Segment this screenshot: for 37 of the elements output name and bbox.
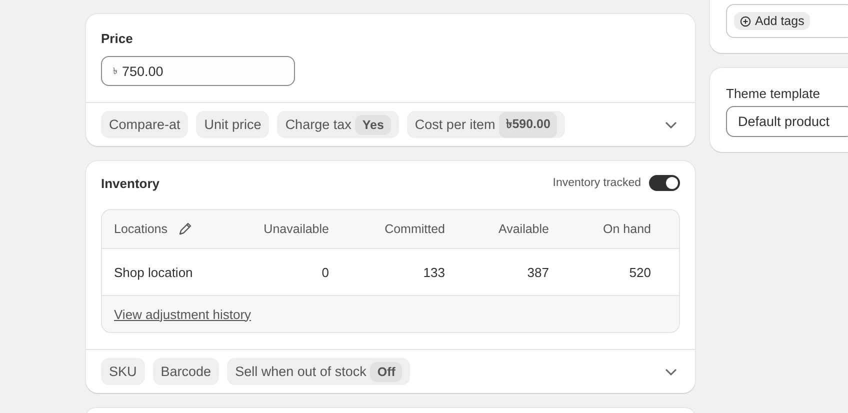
price-field[interactable]: ৳ 750.00 [101,56,295,86]
column-header: On hand [602,222,651,236]
table-cell-text: 0 [320,264,329,280]
chip-button[interactable]: Compare-at [101,111,188,138]
template-select[interactable]: Default product [726,106,848,137]
table-cell-text: Shop location [114,264,194,280]
chip-label: Cost per item [414,117,496,132]
table-cell-text: 387 [526,264,549,280]
column-header: Locations [114,222,168,236]
chip-button[interactable]: Charge tax Yes [277,111,399,138]
add-tags-button[interactable]: Add tags [734,12,810,30]
table-cell-text: 520 [628,264,651,280]
section-title: Inventory [101,176,160,190]
chip-button[interactable]: Cost per item ৳590.00 [406,111,566,138]
history-link[interactable]: View adjustment history [114,306,252,322]
tags-field[interactable]: Add tags [726,4,848,38]
chip-value: ৳590.00 [499,112,558,138]
field-label: Theme template [726,86,821,101]
chip-button[interactable]: Barcode [152,358,220,385]
toggle-switch[interactable] [649,175,680,191]
chip-value: Off [370,362,402,382]
chip-label: Charge tax [285,117,352,132]
plus-circle-icon [740,16,751,26]
chip-button[interactable]: Sell when out of stock Off [227,358,410,385]
chevron-down-icon[interactable] [665,120,677,128]
column-header: Committed [384,222,445,236]
chip-value: Yes [355,114,391,134]
table-cell-text: 133 [422,264,445,280]
column-header: Unavailable [262,222,329,236]
toggle-label: Inventory tracked [552,177,641,189]
chip-label: Sell when out of stock [235,364,366,379]
pencil-icon[interactable] [178,222,192,236]
section-title: Price [101,31,134,46]
chip-button[interactable]: Unit price [196,111,270,138]
column-header: Available [497,222,549,236]
chip-button[interactable]: SKU [101,358,145,385]
chevron-down-icon[interactable] [665,368,677,376]
